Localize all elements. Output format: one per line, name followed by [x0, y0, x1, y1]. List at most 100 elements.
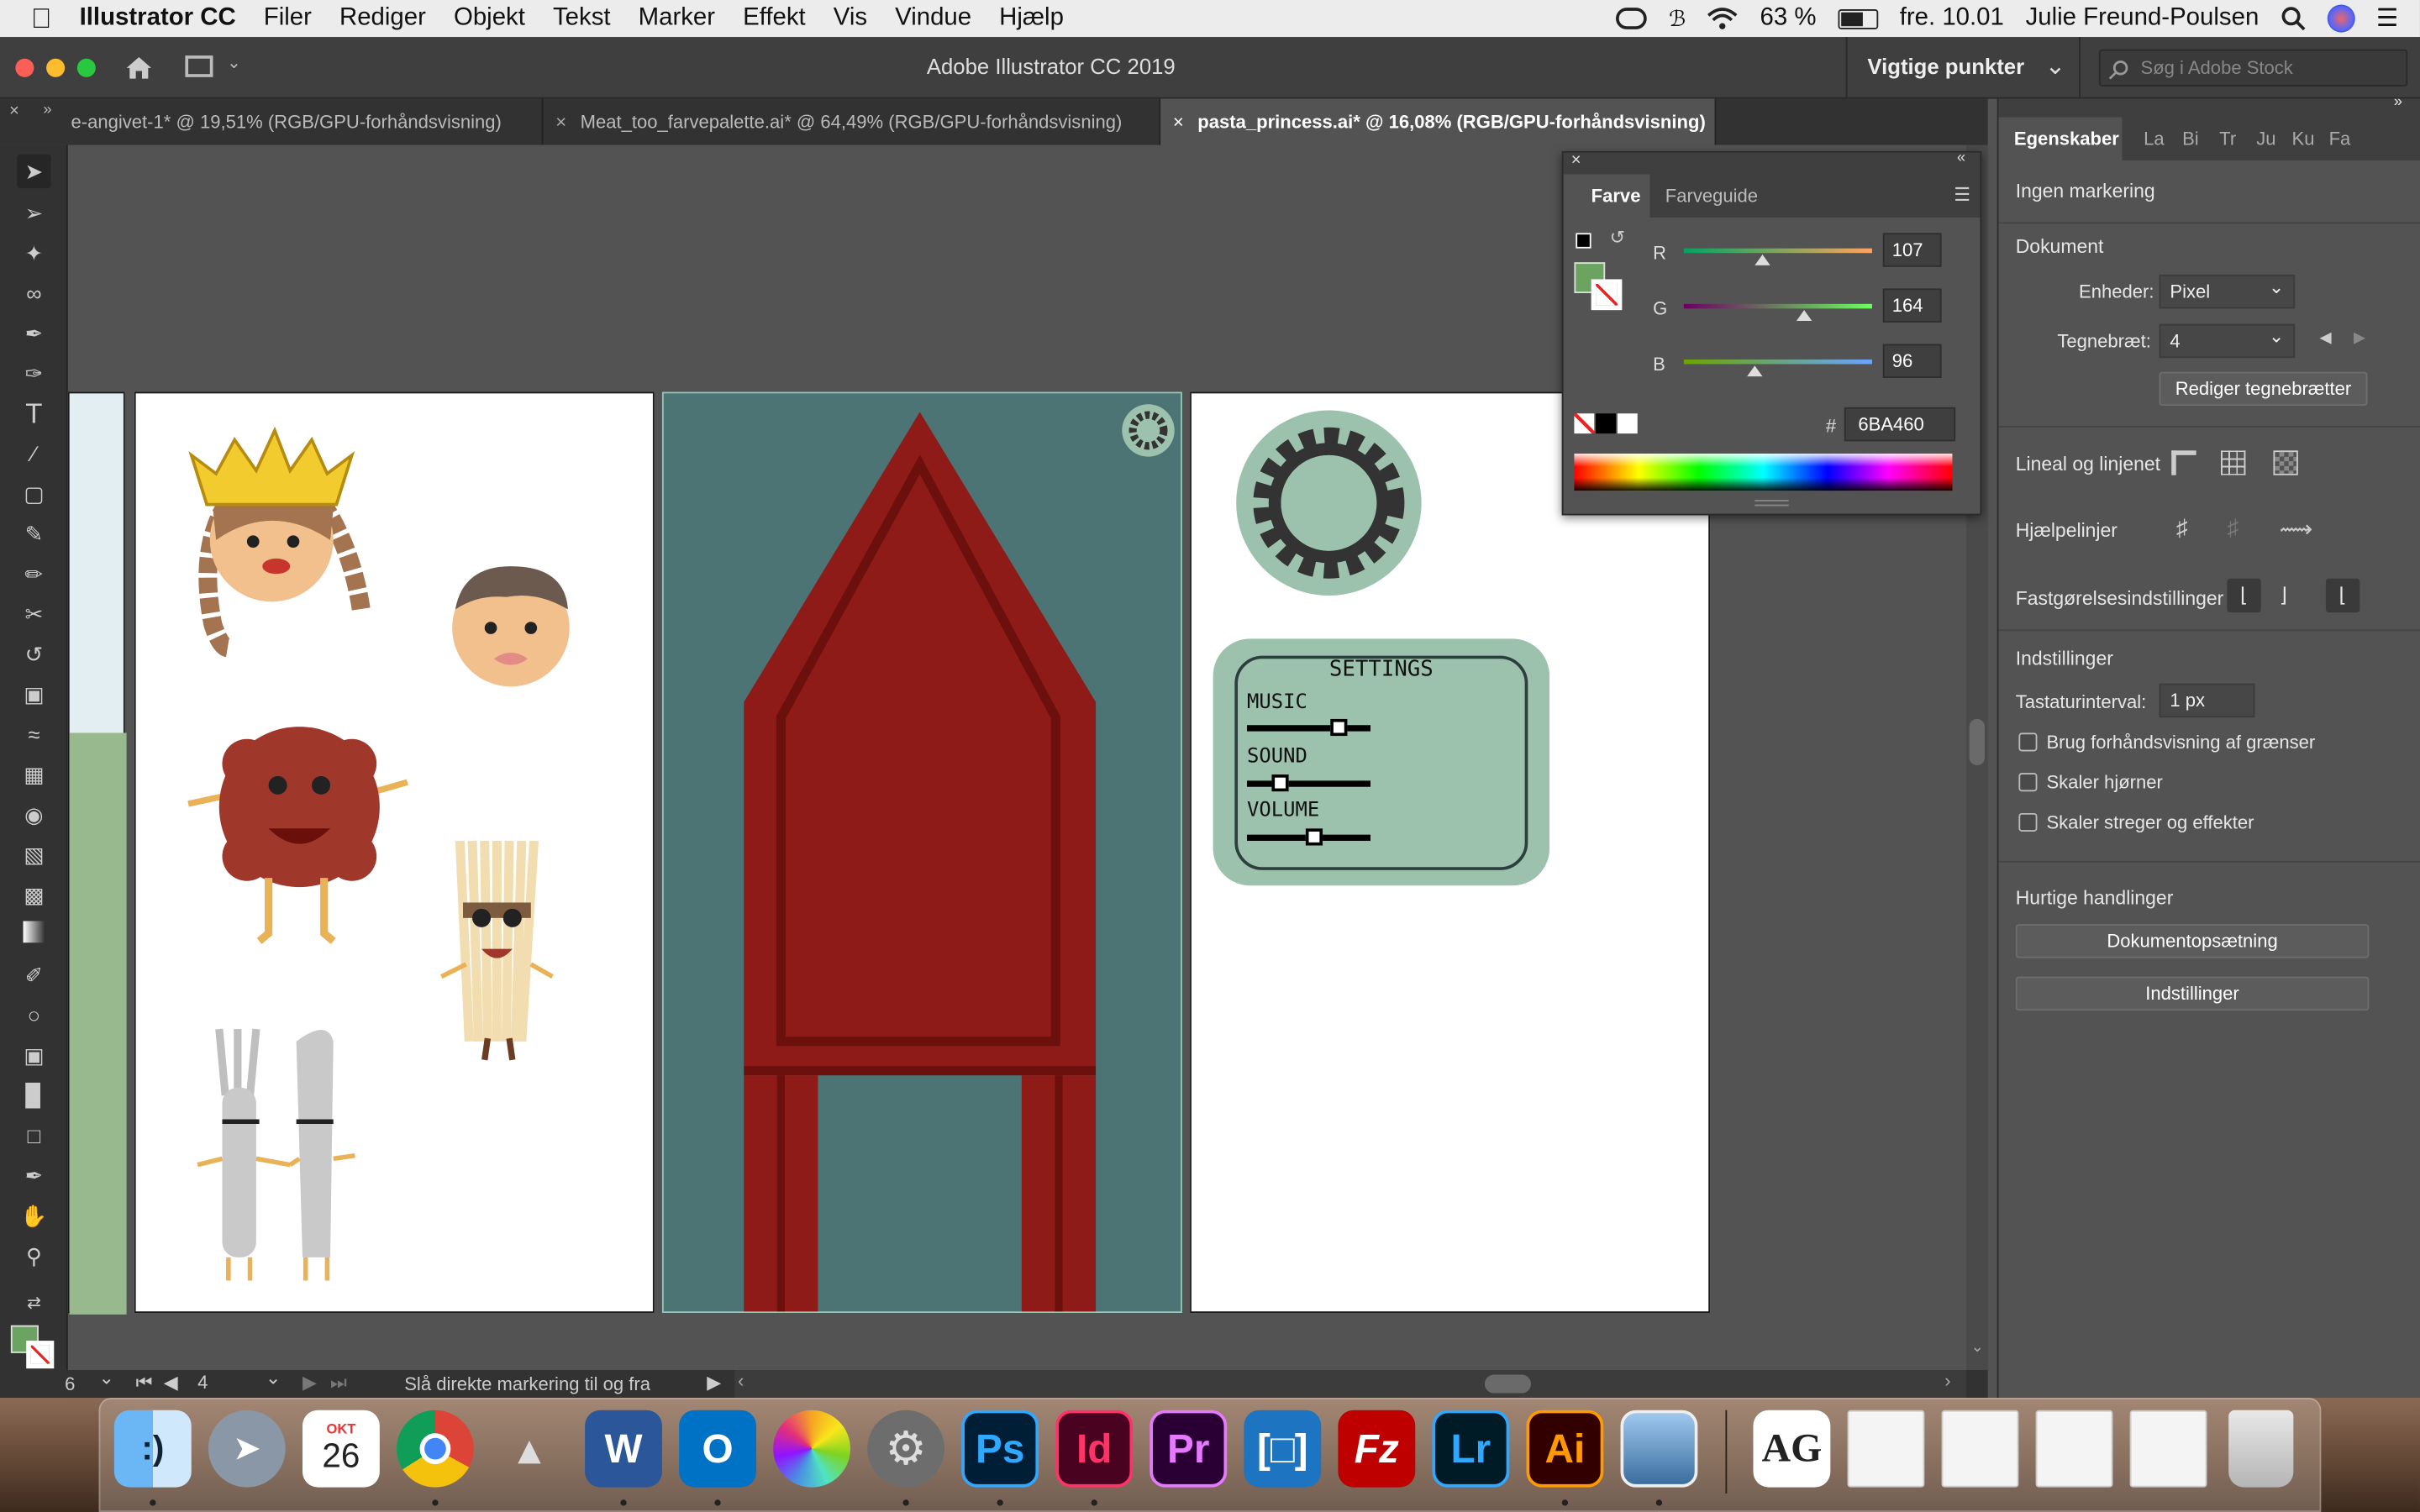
- g-slider-thumb[interactable]: [1796, 310, 1812, 322]
- curvature-tool-icon[interactable]: ✑: [17, 356, 50, 390]
- artboard-3[interactable]: [661, 391, 1182, 1315]
- stock-search-field[interactable]: Søg i Adobe Stock: [2098, 49, 2408, 87]
- scroll-down-icon[interactable]: ⌄: [1970, 1339, 1983, 1356]
- selection-tool-icon[interactable]: ➤: [17, 154, 51, 189]
- status-menu-icon[interactable]: ▶: [707, 1372, 721, 1394]
- ruler-icon[interactable]: [2171, 450, 2196, 475]
- g-value-field[interactable]: 164: [1882, 288, 1942, 323]
- user-name[interactable]: Julie Freund-Poulsen: [2026, 5, 2260, 33]
- lightroom-icon[interactable]: Lr: [1432, 1410, 1510, 1488]
- b-slider[interactable]: [1683, 359, 1872, 365]
- hand-tool-icon[interactable]: ✋: [17, 1199, 50, 1232]
- calendar-icon[interactable]: OKT 26: [302, 1410, 380, 1488]
- system-preferences-icon[interactable]: ⚙: [867, 1410, 945, 1488]
- document-thumbnail-3-icon[interactable]: [2035, 1410, 2113, 1488]
- tab-farver[interactable]: Fa: [2329, 128, 2351, 150]
- snap-to-point-icon[interactable]: ⌊: [2227, 578, 2261, 613]
- scroll-left-icon[interactable]: ‹: [738, 1370, 744, 1392]
- panel-menu-icon[interactable]: ☰: [1954, 184, 1970, 206]
- artboard-select[interactable]: 4 ⌄: [2159, 323, 2296, 359]
- line-tool-icon[interactable]: ∕: [17, 437, 50, 470]
- collapse-dock-icon[interactable]: »: [2394, 94, 2402, 111]
- none-swatch[interactable]: [1574, 413, 1595, 434]
- direct-selection-tool-icon[interactable]: ➢: [17, 196, 50, 229]
- artboard-number-field[interactable]: 4: [191, 1371, 254, 1397]
- document-setup-button[interactable]: Dokumentopsætning: [2015, 924, 2370, 958]
- tab-pasta-princess[interactable]: × pasta_princess.ai* @ 16,08% (RGB/GPU-f…: [1160, 98, 1717, 145]
- tab-kurver[interactable]: Ku: [2291, 128, 2314, 150]
- creative-cloud-icon[interactable]: [1616, 8, 1648, 29]
- b-slider-thumb[interactable]: [1747, 365, 1763, 377]
- menu-tekst[interactable]: Tekst: [539, 5, 624, 33]
- brackets-icon[interactable]: [□]: [1244, 1410, 1322, 1488]
- wifi-icon[interactable]: [1707, 6, 1739, 30]
- zoom-chevron-icon[interactable]: ⌄: [99, 1367, 114, 1389]
- transparency-grid-icon[interactable]: [2273, 450, 2298, 475]
- magic-wand-tool-icon[interactable]: ✦: [17, 236, 50, 270]
- column-graph-tool-icon[interactable]: ▉: [17, 1079, 50, 1112]
- artboard-chevron-icon[interactable]: ⌄: [266, 1367, 281, 1389]
- units-select[interactable]: Pixel ⌄: [2159, 274, 2296, 309]
- r-slider[interactable]: [1683, 248, 1872, 254]
- g-slider[interactable]: [1683, 303, 1872, 309]
- outlook-icon[interactable]: O: [679, 1410, 756, 1488]
- close-tab-icon[interactable]: ×: [555, 99, 566, 145]
- previous-artboard-icon[interactable]: ◀: [2320, 330, 2332, 347]
- clock[interactable]: fre. 10.01: [1900, 5, 2004, 33]
- swap-colors-icon[interactable]: ↺: [1610, 227, 1625, 249]
- artboard-2[interactable]: [134, 391, 655, 1314]
- menu-app-name[interactable]: Illustrator CC: [66, 5, 250, 33]
- blend-tool-icon[interactable]: ○: [17, 998, 50, 1032]
- panel-stroke-swatch[interactable]: [1591, 279, 1623, 311]
- close-tab-icon[interactable]: ×: [1173, 99, 1184, 145]
- photoshop-icon[interactable]: Ps: [961, 1410, 1039, 1488]
- smart-guides-icon[interactable]: ⟿: [2280, 515, 2313, 543]
- tab-untitled[interactable]: e-angivet-1* @ 19,51% (RGB/GPU-forhåndsv…: [31, 98, 544, 145]
- indesign-icon[interactable]: Id: [1055, 1410, 1134, 1488]
- menu-effekt[interactable]: Effekt: [729, 5, 820, 33]
- scissors-tool-icon[interactable]: ✂: [17, 597, 50, 631]
- shaper-tool-icon[interactable]: ✏: [17, 557, 50, 591]
- next-artboard-icon[interactable]: ▶: [302, 1372, 317, 1394]
- eyedropper-tool-icon[interactable]: ✐: [17, 958, 50, 992]
- zoom-value[interactable]: 6: [65, 1373, 75, 1395]
- horizontal-scrollbar[interactable]: ‹ ›: [734, 1369, 1966, 1399]
- status-text[interactable]: Slå direkte markering til og fra: [404, 1373, 650, 1395]
- document-thumbnail-2-icon[interactable]: [1941, 1410, 2019, 1488]
- filezilla-icon[interactable]: Fz: [1338, 1410, 1416, 1488]
- vertical-scroll-thumb[interactable]: [1969, 718, 1985, 766]
- keynote-icon[interactable]: ▴: [491, 1410, 568, 1488]
- previous-artboard-icon[interactable]: ◀: [164, 1372, 178, 1394]
- menu-vindue[interactable]: Vindue: [881, 5, 986, 33]
- scroll-right-icon[interactable]: ›: [1944, 1370, 1950, 1392]
- snap-to-glyph-icon[interactable]: ⌊: [2325, 578, 2360, 613]
- grid-icon[interactable]: [2221, 450, 2246, 475]
- scale-corners-checkbox[interactable]: [2018, 773, 2038, 792]
- menu-filer[interactable]: Filer: [250, 5, 325, 33]
- artboard-1[interactable]: [67, 391, 127, 1315]
- notification-center-icon[interactable]: ☰: [2376, 3, 2398, 34]
- document-thumbnail-1-icon[interactable]: [1847, 1410, 1925, 1488]
- edit-artboards-button[interactable]: Rediger tegnebrætter: [2159, 371, 2368, 407]
- mesh-tool-icon[interactable]: ▩: [17, 878, 50, 911]
- pen-tool-icon[interactable]: ✒: [17, 317, 50, 350]
- black-swatch[interactable]: [1596, 413, 1617, 434]
- close-panel-icon[interactable]: ×: [1571, 151, 1581, 170]
- tab-farve[interactable]: Farve: [1563, 174, 1650, 218]
- keyboard-increment-field[interactable]: 1 px: [2159, 683, 2255, 718]
- finder-icon[interactable]: :): [113, 1410, 192, 1488]
- launchpad-icon[interactable]: ➤: [208, 1410, 286, 1488]
- first-artboard-icon[interactable]: ⏮: [136, 1372, 153, 1395]
- photos-icon[interactable]: [773, 1410, 851, 1488]
- rectangle-tool-icon[interactable]: ▢: [17, 477, 50, 511]
- default-colors-icon[interactable]: [1576, 233, 1591, 249]
- lasso-tool-icon[interactable]: ∞: [17, 276, 50, 310]
- menu-hjaelp[interactable]: Hjælp: [986, 5, 1078, 33]
- tab-meat-too[interactable]: × Meat_too_farvepalette.ai* @ 64,49% (RG…: [544, 98, 1161, 145]
- type-tool-icon[interactable]: T: [17, 396, 50, 430]
- tab-biblioteker[interactable]: Bi: [2182, 128, 2199, 150]
- last-artboard-icon[interactable]: ⏭: [330, 1372, 347, 1395]
- hex-value-field[interactable]: 6BA460: [1844, 407, 1956, 442]
- tab-lag[interactable]: La: [2144, 128, 2165, 150]
- symbol-sprayer-tool-icon[interactable]: ▣: [17, 1038, 50, 1072]
